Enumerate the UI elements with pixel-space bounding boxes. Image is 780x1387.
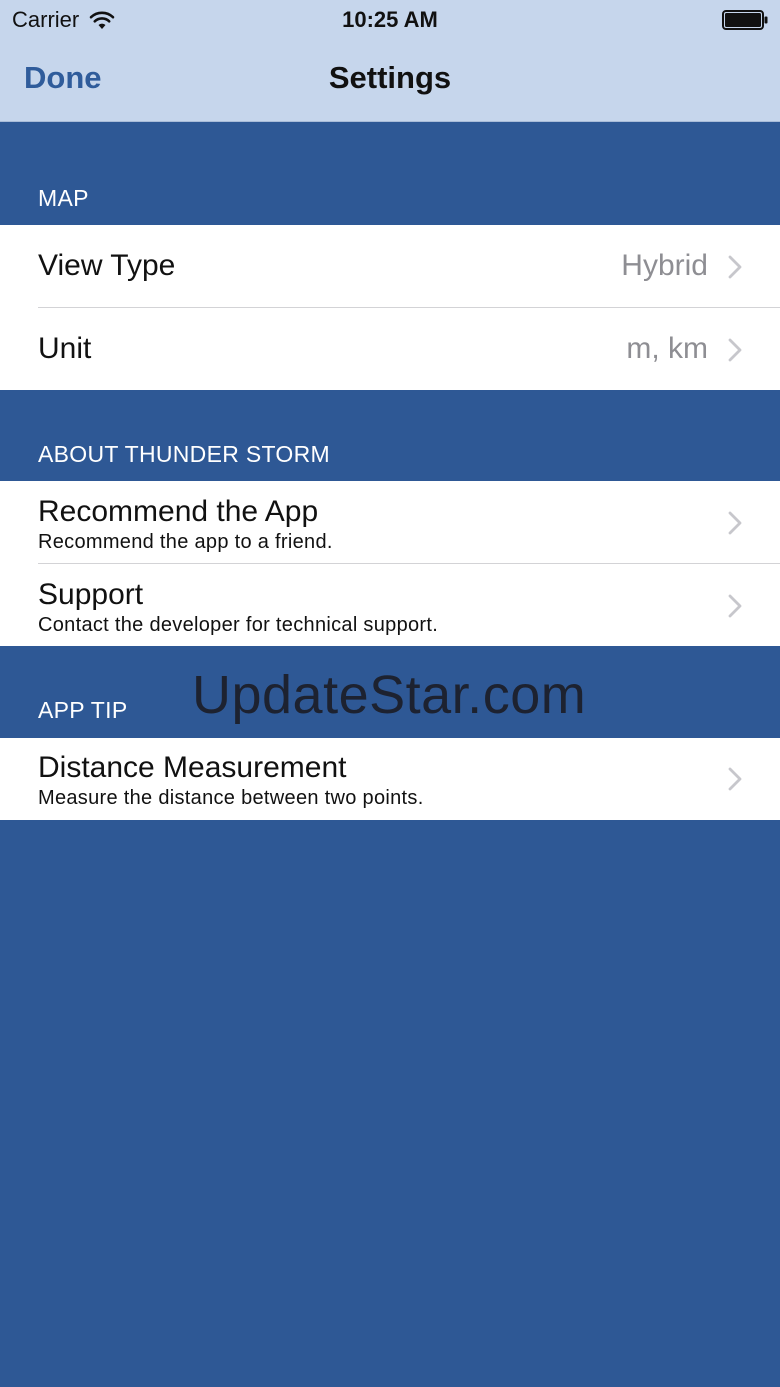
battery-icon xyxy=(722,10,768,30)
row-title: Distance Measurement xyxy=(38,751,347,784)
row-value: m, km xyxy=(626,332,708,365)
section-group-app-tip: Distance Measurement Measure the distanc… xyxy=(0,738,780,820)
section-group-about: Recommend the App Recommend the app to a… xyxy=(0,481,780,646)
page-title: Settings xyxy=(328,60,452,95)
settings-screen: Carrier 10:25 AM Done Settings MAP View … xyxy=(0,0,780,1387)
recommend-app-row[interactable]: Recommend the App Recommend the app to a… xyxy=(0,481,780,564)
row-title: View Type xyxy=(38,249,176,282)
section-header-app-tip: APP TIP xyxy=(38,697,128,723)
chevron-right-icon xyxy=(728,767,742,791)
row-subtitle: Contact the developer for technical supp… xyxy=(38,614,439,636)
chevron-right-icon xyxy=(728,338,742,362)
chevron-right-icon xyxy=(728,255,742,279)
view-type-row[interactable]: View Type Hybrid xyxy=(0,225,780,308)
row-title: Support xyxy=(38,578,144,611)
section-group-map: View Type Hybrid Unit m, km xyxy=(0,225,780,390)
watermark-text: UpdateStar.com xyxy=(192,665,587,725)
status-time: 10:25 AM xyxy=(342,7,438,32)
row-value: Hybrid xyxy=(621,249,708,282)
support-row[interactable]: Support Contact the developer for techni… xyxy=(0,564,780,646)
chevron-right-icon xyxy=(728,594,742,618)
chevron-right-icon xyxy=(728,511,742,535)
section-header-about: ABOUT THUNDER STORM xyxy=(38,441,330,467)
row-title: Recommend the App xyxy=(38,495,319,528)
row-title: Unit xyxy=(38,332,92,365)
row-subtitle: Measure the distance between two points. xyxy=(38,787,424,809)
unit-row[interactable]: Unit m, km xyxy=(0,308,780,390)
navigation-bar: Carrier 10:25 AM Done Settings xyxy=(0,0,780,122)
row-subtitle: Recommend the app to a friend. xyxy=(38,531,333,553)
section-header-map: MAP xyxy=(38,185,89,211)
distance-measurement-row[interactable]: Distance Measurement Measure the distanc… xyxy=(0,738,780,820)
